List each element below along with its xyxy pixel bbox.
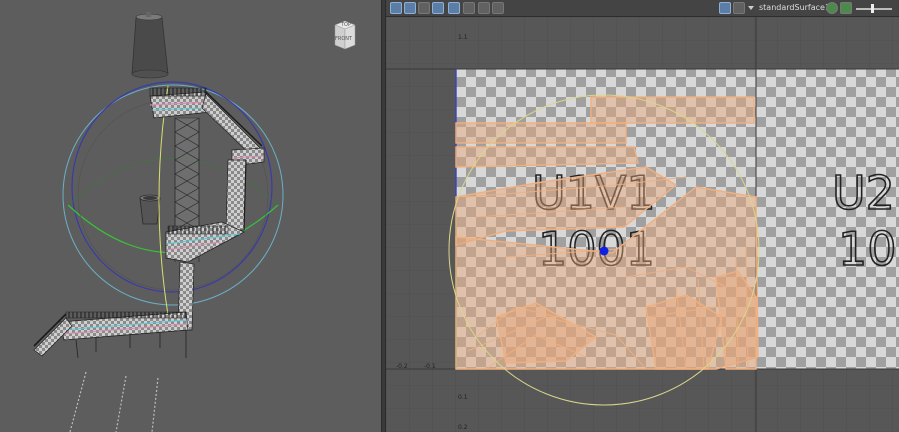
checker-toggle-icon[interactable] [733,2,745,14]
image-display-icon[interactable] [719,2,731,14]
axis-label-bottom: 0.1 [458,394,468,401]
uv-shell-beam[interactable] [455,146,639,168]
axis-label-left1: -0.2 [396,363,408,370]
tile-label-u2: U2 [832,166,895,220]
axis-label-bottom2: 0.2 [458,424,468,431]
uv-editor-panel[interactable]: standardSurface1 U1V1 1001 U2 10 1.1 -0.… [386,0,899,432]
gamma-slider-handle[interactable] [871,4,874,13]
exposure-icon[interactable] [826,2,838,14]
uv-editor-toolbar: standardSurface1 [386,0,899,17]
tank-mesh[interactable] [131,12,169,79]
tile-label-1002: 10 [838,222,897,276]
walkway-mesh[interactable] [33,261,195,359]
uv-grid-icon[interactable] [448,2,460,14]
uv-select-icon[interactable] [390,2,402,14]
bucket-mesh[interactable] [139,194,161,225]
uv-canvas[interactable]: U1V1 1001 U2 10 1.1 -0.2 -0.1 0.1 0.2 [386,17,899,432]
uv-camera-icon[interactable] [478,2,490,14]
cable-mesh[interactable] [69,371,159,432]
viewport-scene[interactable] [0,0,381,432]
axis-label-top: 1.1 [458,34,468,41]
uv-snapshot-icon[interactable] [492,2,504,14]
uv-shell-icon[interactable] [404,2,416,14]
rotate-manipulator[interactable] [62,81,284,316]
uv-shell-rail-long[interactable] [455,122,627,144]
view-cube[interactable]: TOP FRONT [333,17,357,51]
uv-isolate-icon[interactable] [418,2,430,14]
perspective-viewport[interactable]: TOP FRONT [0,0,381,432]
view-cube-front-label: FRONT [335,36,353,42]
dropdown-arrow-icon[interactable] [748,6,754,10]
axis-label-left2: -0.1 [424,363,436,370]
display-rgb-icon[interactable] [840,2,852,14]
view-cube-top-label: TOP [340,22,351,28]
material-name-label[interactable]: standardSurface1 [759,3,830,13]
uv-checker-icon[interactable] [432,2,444,14]
gamma-slider[interactable] [856,8,892,10]
uv-texture-icon[interactable] [463,2,475,14]
uv-pivot-point[interactable] [599,246,609,256]
uv-shell-rail-top[interactable] [590,96,755,124]
